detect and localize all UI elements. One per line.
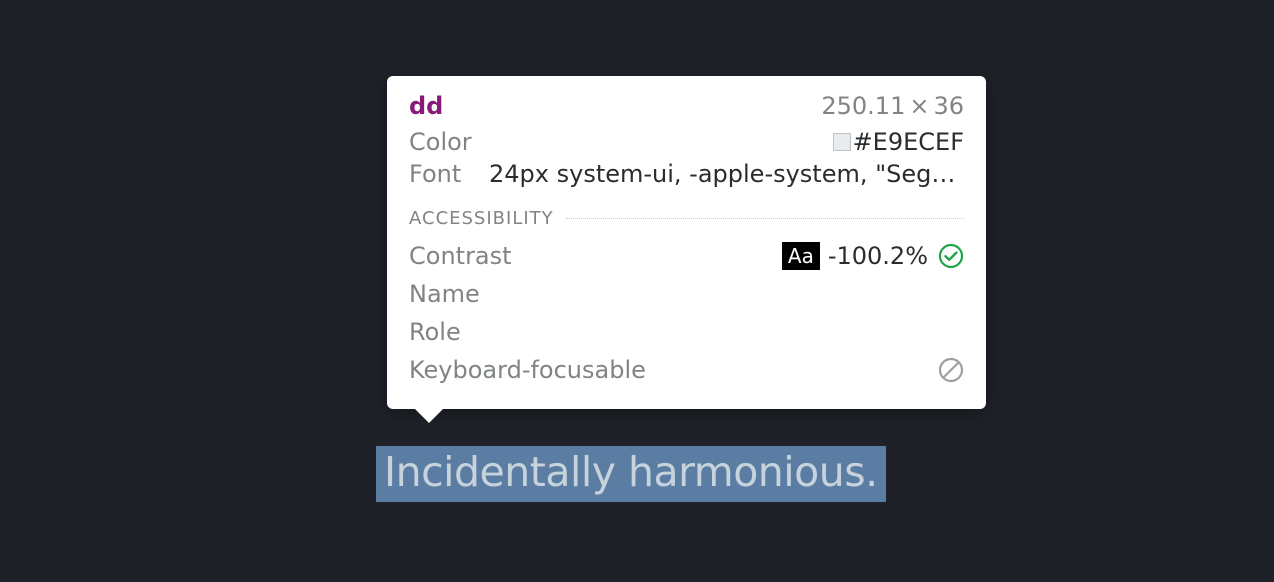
keyboard-focusable-value xyxy=(938,357,964,383)
color-swatch-icon xyxy=(833,133,851,151)
name-label: Name xyxy=(409,280,964,308)
role-row: Role xyxy=(409,315,964,349)
role-label: Role xyxy=(409,318,964,346)
check-circle-icon xyxy=(938,243,964,269)
section-divider-line xyxy=(566,218,964,219)
dimension-height: 36 xyxy=(933,92,964,120)
contrast-value: Aa -100.2% xyxy=(782,242,964,270)
accessibility-section-header: Accessibility xyxy=(409,208,964,229)
color-value: #E9ECEF xyxy=(481,128,964,156)
contrast-label: Contrast xyxy=(409,242,782,270)
not-allowed-icon xyxy=(938,357,964,383)
element-inspector-tooltip: dd 250.11×36 Color #E9ECEF Font 24px sys… xyxy=(387,76,986,409)
element-dimensions: 250.11×36 xyxy=(821,92,964,120)
contrast-sample-icon: Aa xyxy=(782,242,820,270)
element-tag-name: dd xyxy=(409,92,443,120)
keyboard-focusable-label: Keyboard-focusable xyxy=(409,356,938,384)
color-row: Color #E9ECEF xyxy=(409,128,964,156)
accessibility-title: Accessibility xyxy=(409,208,554,229)
font-row: Font 24px system-ui, -apple-system, "Seg… xyxy=(409,160,964,188)
color-label: Color xyxy=(409,128,481,156)
tooltip-header: dd 250.11×36 xyxy=(409,92,964,120)
contrast-percentage: -100.2% xyxy=(828,242,928,270)
inspected-element-text: Incidentally harmonious. xyxy=(384,448,878,496)
font-label: Font xyxy=(409,160,481,188)
dimension-width: 250.11 xyxy=(821,92,905,120)
dimension-x-icon: × xyxy=(909,92,929,120)
font-value: 24px system-ui, -apple-system, "Segoe… xyxy=(489,160,964,188)
contrast-row: Contrast Aa -100.2% xyxy=(409,239,964,273)
inspected-element-highlight: Incidentally harmonious. xyxy=(376,446,886,502)
name-row: Name xyxy=(409,277,964,311)
color-hex: #E9ECEF xyxy=(853,128,964,156)
keyboard-focusable-row: Keyboard-focusable xyxy=(409,353,964,387)
